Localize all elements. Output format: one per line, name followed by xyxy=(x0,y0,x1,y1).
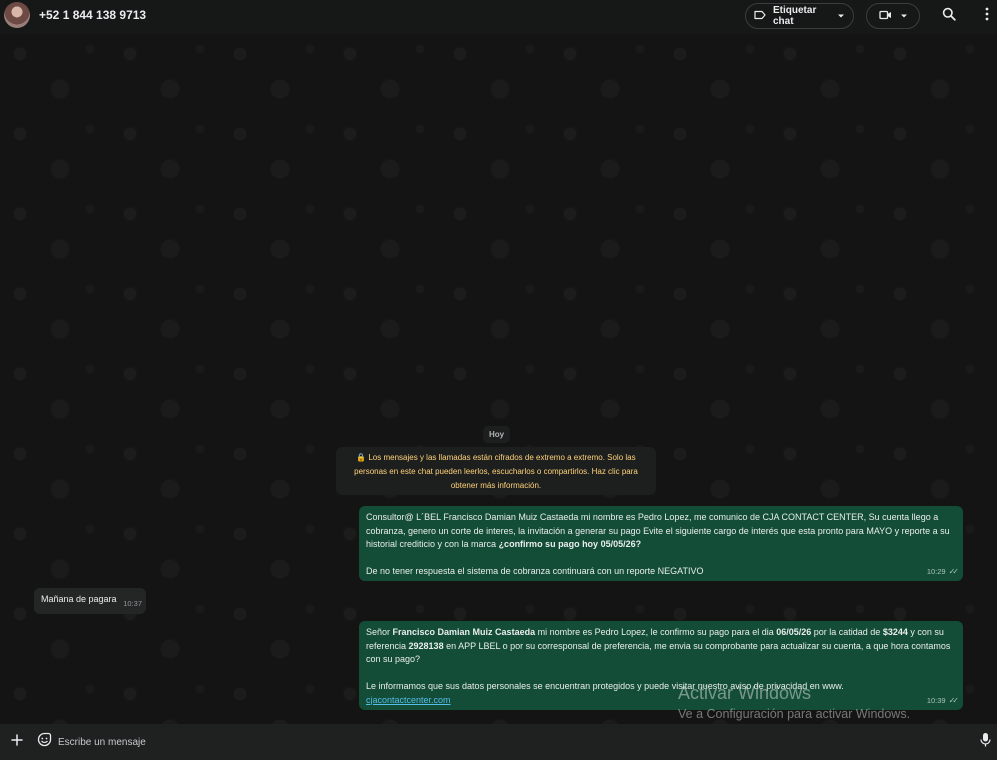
date-divider: Hoy xyxy=(483,426,510,443)
chevron-down-icon xyxy=(900,11,908,22)
avatar[interactable] xyxy=(4,2,30,28)
message-text: Le informamos que sus datos personales s… xyxy=(366,681,844,691)
search-button[interactable] xyxy=(937,4,961,28)
encryption-notice-text: Los mensajes y las llamadas están cifrad… xyxy=(354,453,638,490)
more-options-button[interactable] xyxy=(975,4,997,28)
message-time: 10:39 xyxy=(926,695,946,705)
message-text-bold: ¿confirmo su pago hoy 05/05/26? xyxy=(498,539,642,549)
message-text-bold: 06/05/26 xyxy=(776,627,812,637)
message-text-part: Consultor@ L´BEL Francisco Damian Muiz C… xyxy=(366,512,950,549)
attach-button[interactable] xyxy=(5,730,29,754)
message-bubble-incoming[interactable]: Mañana de pagara 10:37 xyxy=(34,588,146,614)
video-call-icon xyxy=(878,10,892,23)
message-meta: 10:37 xyxy=(123,597,142,611)
message-text-part: en APP LBEL o por su corresponsal de pre… xyxy=(366,640,951,665)
message-meta: 10:29 ✓✓ xyxy=(926,565,960,579)
label-chat-label: Etiquetar chat xyxy=(773,5,817,27)
message-text-part: mi nombre es Pedro Lopez, le confirmo su… xyxy=(535,627,777,637)
message-text-part: Señor xyxy=(366,627,393,637)
emoji-sticker-icon xyxy=(37,732,52,752)
encryption-notice[interactable]: 🔒 Los mensajes y las llamadas están cifra… xyxy=(336,447,656,495)
message-link[interactable]: cjacontactcenter.com xyxy=(366,695,451,705)
message-text-bold: Francisco Damian Muiz Castaeda xyxy=(392,627,536,637)
chat-header: +52 1 844 138 9713 Etiquetar chat xyxy=(0,0,997,34)
message-text-bold: 2928138 xyxy=(408,640,444,651)
voice-message-button[interactable] xyxy=(973,730,997,754)
message-time: 10:37 xyxy=(123,598,142,608)
lock-icon: 🔒 xyxy=(356,453,367,462)
video-call-button[interactable] xyxy=(866,3,920,29)
read-receipt-icon: ✓✓ xyxy=(948,566,960,576)
contact-name[interactable]: +52 1 844 138 9713 xyxy=(39,8,146,22)
message-meta: 10:39 ✓✓ xyxy=(926,694,960,708)
message-input[interactable] xyxy=(58,731,958,753)
message-text-bold: $3244 xyxy=(882,627,908,637)
emoji-button[interactable] xyxy=(32,730,56,754)
more-options-icon xyxy=(985,7,989,26)
chevron-down-icon xyxy=(837,11,845,22)
microphone-icon xyxy=(979,732,991,752)
read-receipt-icon: ✓✓ xyxy=(948,695,960,705)
conversation-panel[interactable]: Hoy 🔒 Los mensajes y las llamadas están c… xyxy=(0,34,997,724)
label-chat-button[interactable]: Etiquetar chat xyxy=(745,3,854,29)
message-text: Señor Francisco Damian Muiz Castaeda mi … xyxy=(366,626,956,667)
message-composer xyxy=(0,724,997,760)
plus-icon xyxy=(11,733,23,751)
message-bubble-outgoing[interactable]: Señor Francisco Damian Muiz Castaeda mi … xyxy=(359,621,963,710)
label-icon xyxy=(754,10,766,23)
message-time: 10:29 xyxy=(926,566,946,576)
message-bubble-outgoing[interactable]: Consultor@ L´BEL Francisco Damian Muiz C… xyxy=(359,506,963,581)
message-text: Mañana de pagara xyxy=(41,594,117,604)
search-icon xyxy=(942,7,956,26)
message-text: Consultor@ L´BEL Francisco Damian Muiz C… xyxy=(366,511,956,552)
message-text-part: por la catidad de xyxy=(811,627,883,637)
message-text: De no tener respuesta el sistema de cobr… xyxy=(366,566,704,576)
